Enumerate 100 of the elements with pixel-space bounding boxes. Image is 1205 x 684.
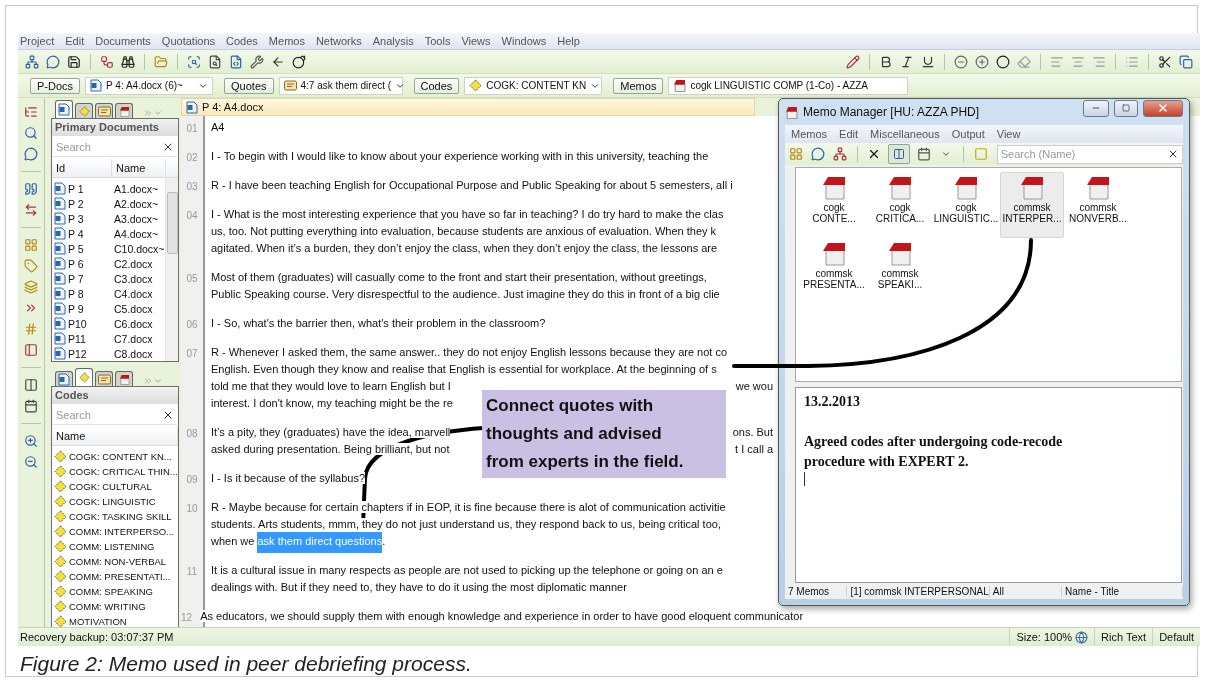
layers-icon[interactable] bbox=[23, 279, 39, 295]
document-name[interactable]: C3.docx bbox=[114, 272, 165, 285]
scan-icon[interactable] bbox=[186, 53, 202, 70]
panel-tab[interactable] bbox=[75, 103, 93, 118]
save-icon[interactable] bbox=[66, 53, 82, 70]
code-item[interactable]: COMM: LISTENING bbox=[52, 539, 178, 554]
menu-item[interactable]: Miscellaneous bbox=[870, 128, 940, 140]
column-header[interactable]: Name bbox=[112, 159, 166, 177]
document-id[interactable]: P11 bbox=[54, 332, 114, 345]
bomb-icon[interactable] bbox=[291, 53, 307, 70]
document-id[interactable]: P 7 bbox=[54, 272, 114, 285]
split-view-button[interactable] bbox=[888, 144, 911, 164]
document-name[interactable]: C8.docx bbox=[114, 347, 165, 360]
memo-item[interactable]: commsk INTERPER... bbox=[1000, 172, 1064, 238]
memo-item[interactable]: commsk NONVERB... bbox=[1066, 172, 1130, 238]
memo-editor[interactable]: 13.2.2013 Agreed codes after undergoing code-recode procedure with EXPERT 2. bbox=[795, 387, 1182, 583]
menu-item[interactable]: Windows bbox=[501, 35, 547, 47]
close-icon[interactable] bbox=[162, 409, 174, 421]
document-name[interactable]: C2.docx bbox=[114, 257, 165, 270]
memo-item[interactable]: commsk SPEAKI... bbox=[868, 238, 932, 304]
panel-tab[interactable] bbox=[55, 100, 73, 118]
document-name[interactable]: A2.docx~ bbox=[114, 197, 165, 210]
document-id[interactable]: P 6 bbox=[54, 257, 114, 270]
menu-item[interactable]: Output bbox=[951, 128, 985, 140]
document-tab[interactable]: P 4: A4.docx bbox=[181, 98, 755, 116]
document-name[interactable]: A4.docx~ bbox=[114, 227, 165, 240]
code-item[interactable]: COGK: CRITICAL THIN... bbox=[52, 464, 178, 479]
hash-icon[interactable] bbox=[23, 321, 39, 337]
panel-tab[interactable] bbox=[55, 371, 73, 386]
selector-dropdown[interactable]: 4:7 ask them direct ( bbox=[278, 76, 403, 95]
panel-tab[interactable] bbox=[115, 371, 133, 386]
code-item[interactable]: COGK: CULTURAL bbox=[52, 479, 178, 494]
menu-item[interactable]: Tools bbox=[424, 35, 451, 47]
zoom-in-icon[interactable] bbox=[23, 433, 39, 449]
menu-item[interactable]: Edit bbox=[839, 128, 859, 140]
document-name[interactable]: C6.docx bbox=[114, 317, 165, 330]
code-item[interactable]: COMM: NON-VERBAL bbox=[52, 554, 178, 569]
column-header[interactable]: Id bbox=[52, 159, 112, 177]
scissors-icon[interactable] bbox=[1157, 53, 1173, 70]
file-search-icon[interactable] bbox=[207, 53, 223, 70]
memo-item[interactable]: cogk CRITICA... bbox=[868, 172, 932, 238]
document-name[interactable]: C10.docx~ bbox=[114, 242, 165, 255]
column-header[interactable]: Name bbox=[52, 427, 178, 445]
menu-item[interactable]: Documents bbox=[95, 35, 151, 47]
document-id[interactable]: P 2 bbox=[54, 197, 114, 210]
document-id[interactable]: P10 bbox=[54, 317, 114, 330]
pencil-icon[interactable] bbox=[845, 53, 861, 70]
zoom-out-icon[interactable] bbox=[23, 454, 39, 470]
close-icon[interactable] bbox=[162, 141, 174, 153]
document-id[interactable]: P 3 bbox=[54, 212, 114, 225]
menu-item[interactable]: Views bbox=[461, 35, 491, 47]
menu-item[interactable]: Project bbox=[20, 35, 55, 47]
columns-icon[interactable] bbox=[23, 377, 39, 393]
menu-item[interactable]: Networks bbox=[315, 35, 362, 47]
search-icon[interactable] bbox=[23, 125, 39, 141]
panel-tab[interactable] bbox=[115, 103, 133, 118]
code-item[interactable]: COMM: PRESENTATI... bbox=[52, 569, 178, 584]
code-item[interactable]: COGK: TASKING SKILL bbox=[52, 509, 178, 524]
selector-dropdown[interactable]: P 4: A4.docx (6)~ bbox=[85, 76, 214, 95]
minimize-button[interactable] bbox=[1083, 99, 1109, 117]
panel-tab[interactable] bbox=[95, 371, 113, 386]
code-item[interactable]: MOTIVATION bbox=[52, 614, 178, 629]
folder-icon[interactable] bbox=[153, 53, 169, 70]
selector-dropdown[interactable]: COGK: CONTENT KN bbox=[464, 76, 603, 95]
code-item[interactable]: COGK: LINGUISTIC bbox=[52, 494, 178, 509]
manager-button[interactable]: Memos bbox=[613, 77, 664, 94]
binoculars-icon[interactable] bbox=[120, 53, 136, 70]
network-icon[interactable] bbox=[831, 146, 848, 162]
memo-item[interactable]: cogk LINGUISTIC... bbox=[934, 172, 998, 238]
memo-item[interactable]: cogk CONTE... bbox=[802, 172, 866, 238]
menu-item[interactable]: Edit bbox=[65, 35, 85, 47]
document-name[interactable]: C5.docx bbox=[114, 302, 165, 315]
document-id[interactable]: P 8 bbox=[54, 287, 114, 300]
manager-button[interactable]: P-Docs bbox=[30, 77, 81, 94]
calendar-icon[interactable] bbox=[916, 146, 932, 162]
code-item[interactable]: COMM: SPEAKING bbox=[52, 584, 178, 599]
manager-button[interactable]: Codes bbox=[413, 77, 460, 94]
close-button[interactable] bbox=[1143, 99, 1183, 117]
scrollbar[interactable] bbox=[165, 178, 178, 361]
menu-item[interactable]: Memos bbox=[268, 35, 305, 47]
speech-bubble-icon[interactable] bbox=[23, 146, 39, 162]
document-name[interactable]: A3.docx~ bbox=[114, 212, 165, 225]
panel-tab[interactable] bbox=[95, 103, 113, 118]
copy-icon[interactable] bbox=[1178, 53, 1194, 70]
document-id[interactable]: P 4 bbox=[54, 227, 114, 240]
menu-item[interactable]: Memos bbox=[791, 128, 828, 140]
document-name[interactable]: C4.docx bbox=[114, 287, 165, 300]
quote-marks-icon[interactable] bbox=[23, 181, 39, 197]
menu-item[interactable]: Quotations bbox=[161, 35, 216, 47]
globe-icon[interactable] bbox=[1075, 630, 1089, 644]
document-id[interactable]: P 9 bbox=[54, 302, 114, 315]
manager-button[interactable]: Quotes bbox=[224, 77, 274, 94]
document-name[interactable]: C7.docx bbox=[114, 332, 165, 345]
memo-item[interactable]: commsk PRESENTA... bbox=[802, 238, 866, 304]
tree-icon[interactable] bbox=[99, 53, 115, 70]
maximize-button[interactable] bbox=[1114, 99, 1138, 117]
speech-bubble-icon[interactable] bbox=[45, 53, 61, 70]
document-id[interactable]: P 1 bbox=[54, 182, 114, 195]
xml-icon[interactable] bbox=[228, 53, 244, 70]
document-id[interactable]: P 5 bbox=[54, 242, 114, 255]
